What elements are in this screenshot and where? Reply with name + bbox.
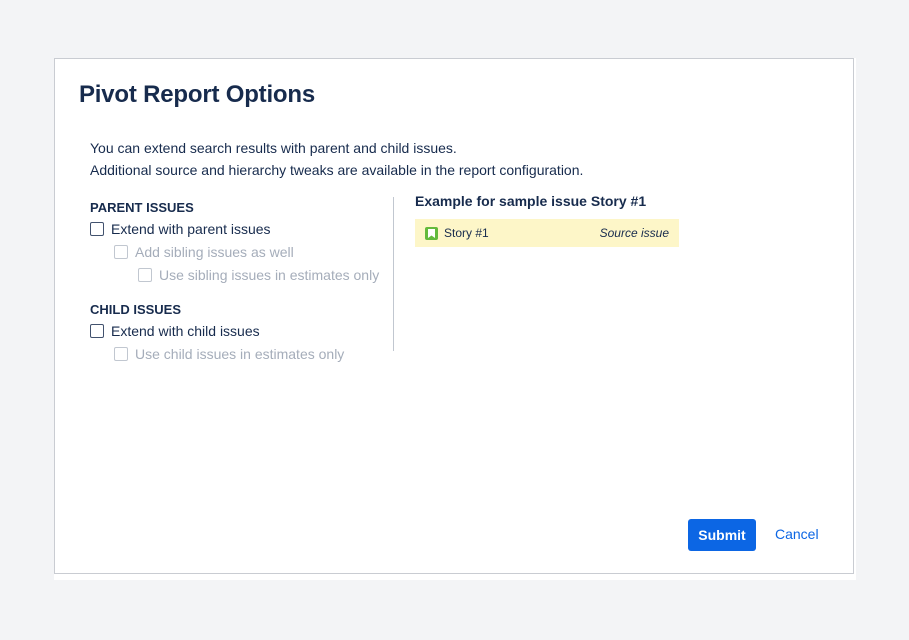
- example-heading: Example for sample issue Story #1: [415, 193, 647, 209]
- dialog-intro: You can extend search results with paren…: [90, 137, 583, 181]
- sibling-estimates-label: Use sibling issues in estimates only: [159, 266, 380, 283]
- add-siblings-option: Add sibling issues as well: [90, 240, 390, 263]
- submit-button[interactable]: Submit: [688, 519, 756, 551]
- example-panel: Example for sample issue Story #1 Story …: [415, 191, 815, 247]
- intro-line-2: Additional source and hierarchy tweaks a…: [90, 162, 584, 178]
- child-estimates-checkbox: [114, 346, 128, 361]
- child-estimates-label: Use child issues in estimates only: [135, 345, 345, 362]
- extend-child-option[interactable]: Extend with child issues: [90, 319, 390, 342]
- source-issue-tag: Source issue: [599, 226, 669, 240]
- dialog-title: Pivot Report Options: [79, 81, 316, 108]
- sample-issue-key: Story #1: [444, 226, 489, 240]
- add-siblings-label: Add sibling issues as well: [135, 243, 294, 260]
- extend-child-label: Extend with child issues: [111, 322, 260, 339]
- extend-child-checkbox[interactable]: [90, 323, 104, 338]
- column-divider: [393, 197, 394, 351]
- add-siblings-checkbox: [114, 244, 128, 259]
- pivot-report-options-dialog: Pivot Report Options You can extend sear…: [54, 58, 854, 574]
- intro-line-1: You can extend search results with paren…: [90, 140, 457, 156]
- extend-parent-label: Extend with parent issues: [111, 220, 271, 237]
- sibling-estimates-option: Use sibling issues in estimates only: [90, 263, 390, 286]
- cancel-button[interactable]: Cancel: [775, 526, 819, 542]
- extend-parent-checkbox[interactable]: [90, 221, 104, 236]
- child-estimates-option: Use child issues in estimates only: [90, 342, 390, 365]
- sibling-estimates-checkbox: [138, 267, 152, 282]
- parent-issues-heading: PARENT ISSUES: [90, 200, 194, 215]
- sample-issue-row: Story #1 Source issue: [415, 219, 679, 247]
- story-icon: [425, 226, 438, 240]
- hierarchy-options: PARENT ISSUES Extend with parent issues …: [90, 199, 390, 365]
- extend-parent-option[interactable]: Extend with parent issues: [90, 217, 390, 240]
- child-issues-heading: CHILD ISSUES: [90, 302, 182, 317]
